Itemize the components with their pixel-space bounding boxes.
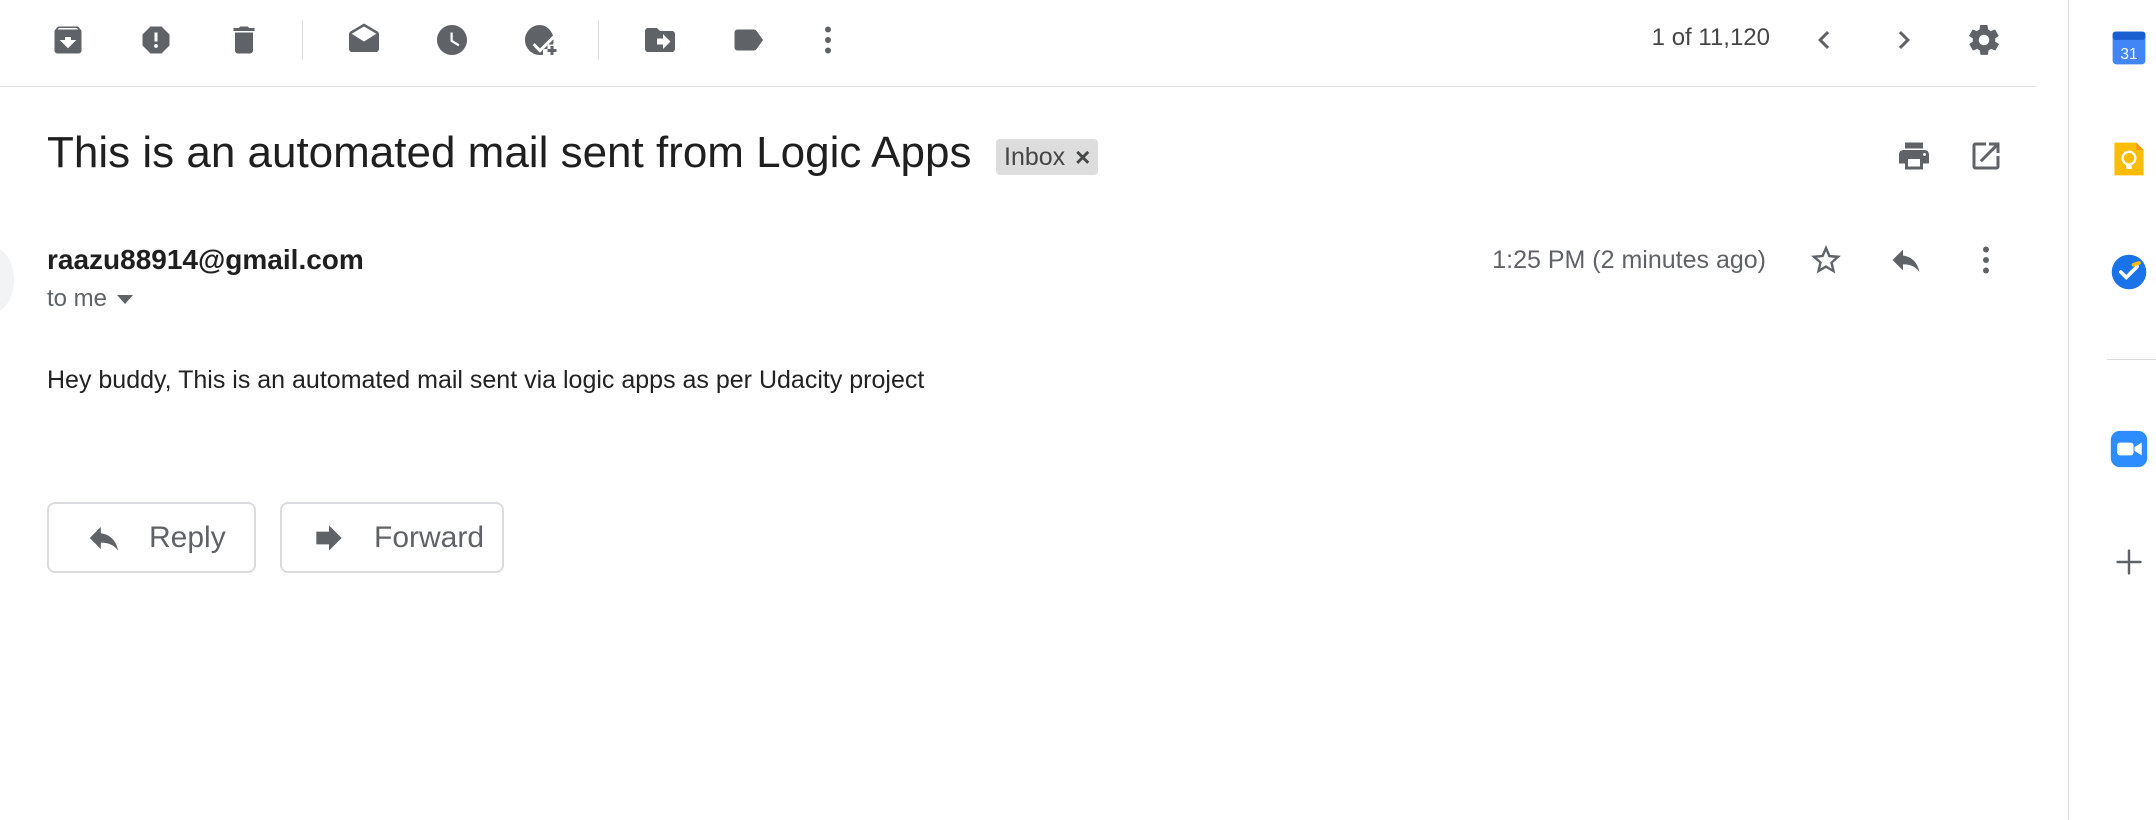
move-to-icon[interactable] (638, 18, 682, 62)
star-icon[interactable] (1802, 236, 1850, 284)
archive-icon[interactable] (46, 18, 90, 62)
calendar-day-number: 31 (2120, 46, 2137, 63)
keep-icon[interactable] (2107, 137, 2151, 181)
page-count: 1 of 11,120 (1651, 24, 1770, 51)
older-icon[interactable] (1802, 18, 1846, 62)
settings-gear-icon[interactable] (1962, 18, 2006, 62)
recipient-line: to me (47, 285, 134, 313)
reply-icon[interactable] (1882, 236, 1930, 284)
remove-label-icon[interactable]: × (1075, 142, 1090, 173)
print-icon[interactable] (1890, 132, 1938, 180)
more-vert-icon[interactable] (806, 18, 850, 62)
mark-unread-icon[interactable] (342, 18, 386, 62)
email-subject: This is an automated mail sent from Logi… (47, 128, 972, 177)
forward-button[interactable]: Forward (280, 502, 504, 573)
newer-icon[interactable] (1882, 18, 1926, 62)
open-in-new-window-icon[interactable] (1962, 132, 2010, 180)
toolbar-divider (302, 20, 303, 60)
reply-arrow-icon (89, 526, 119, 551)
email-body: Hey buddy, This is an automated mail sen… (47, 366, 925, 394)
calendar-icon[interactable]: 31 (2107, 26, 2151, 70)
inbox-label-chip[interactable]: Inbox × (996, 139, 1099, 175)
reply-button[interactable]: Reply (47, 502, 256, 573)
mail-view: 1 of 11,120 This is an automated mail se… (0, 0, 2036, 820)
recipient-label: to me (47, 285, 108, 312)
zoom-icon[interactable] (2107, 427, 2151, 471)
tasks-icon[interactable] (2107, 250, 2151, 294)
label-chip-text: Inbox (1004, 142, 1066, 171)
toolbar-divider (598, 20, 599, 60)
forward-arrow-icon (316, 524, 342, 551)
more-options-icon[interactable] (1962, 236, 2010, 284)
sender-email[interactable]: raazu88914@gmail.com (47, 244, 364, 276)
sender-avatar[interactable] (0, 247, 14, 313)
reply-button-label: Reply (149, 520, 226, 554)
delete-icon[interactable] (222, 18, 266, 62)
add-icon[interactable] (2107, 540, 2151, 584)
email-timestamp: 1:25 PM (2 minutes ago) (1492, 246, 1766, 274)
toolbar: 1 of 11,120 (0, 0, 2036, 87)
add-to-tasks-icon[interactable] (518, 18, 562, 62)
show-details-caret-icon[interactable] (117, 294, 134, 304)
report-spam-icon[interactable] (134, 18, 178, 62)
forward-button-label: Forward (374, 520, 485, 554)
labels-icon[interactable] (726, 18, 770, 62)
side-panel-divider (2107, 359, 2156, 360)
side-panel: 31 (2068, 0, 2156, 820)
snooze-icon[interactable] (430, 18, 474, 62)
